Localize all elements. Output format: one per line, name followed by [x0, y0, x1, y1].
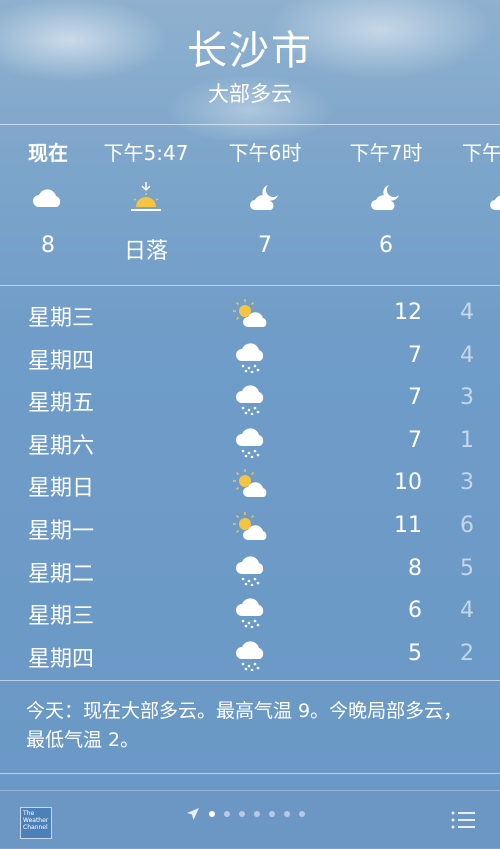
hour-temperature: 日落 [123, 239, 168, 264]
day-name: 星期三 [28, 604, 95, 630]
daily-forecast: 星期三 12 4 星期四 7 4 星期五 7 3 星期六 7 1 星期日 10 [0, 294, 500, 677]
day-low-temp: 4 [460, 300, 474, 325]
day-name: 星期日 [28, 476, 95, 502]
daily-row: 星期三 6 4 [0, 592, 500, 635]
day-high-temp: 5 [408, 640, 422, 666]
hour-column: 下午5:47 日落 [86, 125, 206, 265]
cloud-moon-icon [205, 181, 325, 215]
daily-row: 星期四 7 4 [0, 337, 500, 380]
day-name: 星期六 [28, 433, 95, 459]
day-name: 星期二 [28, 561, 95, 587]
day-low-temp: 1 [460, 427, 474, 453]
today-summary: 今天：现在大部多云。最高气温 9。今晚局部多云，最低气温 2。 [0, 680, 500, 774]
hour-temperature: 7 [258, 233, 272, 258]
rain-cloud-icon [232, 426, 272, 459]
daily-row: 星期二 8 5 [0, 550, 500, 593]
partly-sunny-icon [232, 298, 272, 330]
hourly-forecast[interactable]: 现在 8 下午5:47 日落 下午6时 7 下午7时 6 下午 [0, 124, 500, 286]
location-arrow-icon [187, 808, 199, 820]
page-dot [209, 811, 215, 817]
page-dot [254, 811, 260, 817]
list-icon[interactable] [450, 809, 476, 831]
page-dot [239, 811, 245, 817]
rain-cloud-icon [232, 341, 272, 373]
sunset-icon [86, 181, 206, 215]
page-dot [299, 811, 305, 817]
cloud-moon-icon [326, 181, 446, 215]
hour-time: 下午 [462, 141, 500, 165]
location-header: 长沙市 大部多云 [0, 18, 500, 108]
rain-cloud-icon [232, 383, 272, 416]
cloud-moon-icon [440, 181, 500, 215]
partly-sunny-icon [232, 468, 272, 500]
day-high-temp: 10 [394, 470, 422, 496]
daily-row: 星期五 7 3 [0, 379, 500, 422]
weather-channel-logo[interactable]: The Weather Channel [20, 807, 52, 839]
hour-temperature: 6 [379, 233, 393, 258]
page-dot [269, 811, 275, 817]
day-name: 星期四 [28, 646, 95, 672]
summary-text: 今天：现在大部多云。最高气温 9。今晚局部多云，最低气温 2。 [26, 700, 463, 751]
hour-time: 下午7时 [349, 141, 423, 165]
daily-row: 星期三 12 4 [0, 294, 500, 337]
daily-row: 星期四 5 2 [0, 635, 500, 678]
rain-cloud-icon [232, 639, 272, 672]
day-low-temp: 4 [460, 598, 474, 624]
partly-sunny-icon [232, 511, 272, 543]
day-high-temp: 8 [408, 555, 422, 581]
bottom-toolbar: The Weather Channel [0, 790, 500, 849]
daily-row: 星期一 11 6 [0, 507, 500, 550]
current-condition: 大部多云 [208, 82, 292, 106]
hour-column: 下午6时 7 [205, 125, 325, 258]
day-name: 星期五 [28, 391, 95, 417]
day-high-temp: 7 [408, 427, 422, 453]
day-low-temp: 3 [460, 385, 474, 411]
day-high-temp: 6 [408, 598, 422, 624]
page-dot [224, 811, 230, 817]
day-name: 星期一 [28, 518, 95, 544]
hour-column: 下午 [440, 125, 500, 233]
day-high-temp: 7 [408, 342, 422, 368]
hour-time: 下午5:47 [103, 141, 189, 165]
day-name: 星期三 [28, 306, 95, 331]
day-high-temp: 12 [394, 300, 422, 325]
page-indicator[interactable] [186, 807, 305, 821]
day-low-temp: 6 [460, 512, 474, 538]
day-low-temp: 5 [460, 555, 474, 581]
day-low-temp: 3 [460, 470, 474, 496]
day-low-temp: 4 [460, 342, 474, 368]
day-high-temp: 11 [394, 512, 422, 538]
hour-column: 下午7时 6 [326, 125, 446, 258]
rain-cloud-icon [232, 554, 272, 586]
day-high-temp: 7 [408, 385, 422, 411]
page-dot [284, 811, 290, 817]
day-name: 星期四 [28, 348, 95, 374]
day-low-temp: 2 [460, 640, 474, 666]
daily-row: 星期六 7 1 [0, 422, 500, 465]
city-name: 长沙市 [187, 28, 313, 74]
daily-row: 星期日 10 3 [0, 464, 500, 507]
rain-cloud-icon [232, 596, 272, 629]
hour-time: 下午6时 [228, 141, 302, 165]
